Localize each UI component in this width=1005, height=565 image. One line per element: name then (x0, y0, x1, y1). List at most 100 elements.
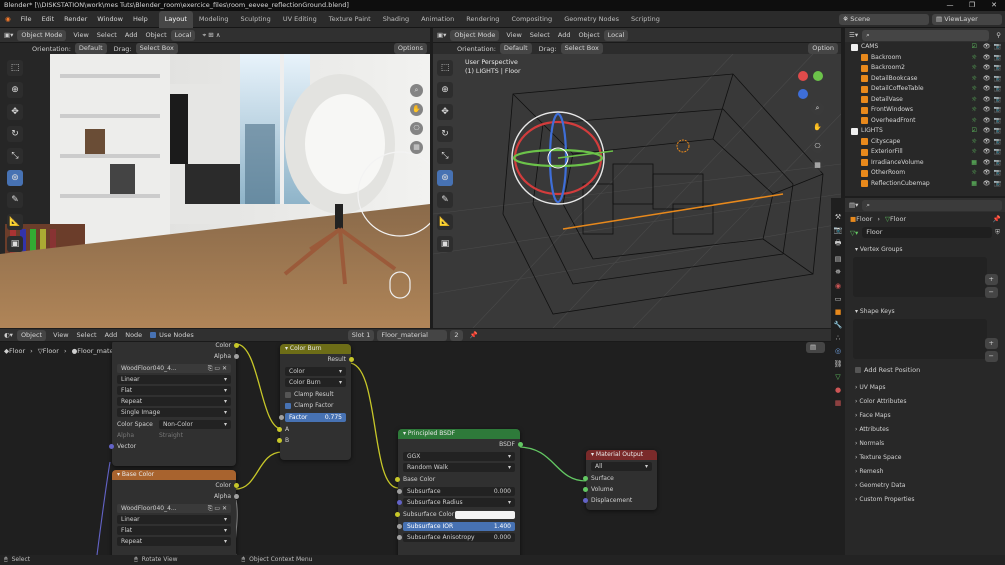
render-camera-icon[interactable]: 📷 (994, 63, 1001, 74)
bc-alpha-socket-icon[interactable] (234, 494, 239, 499)
aniso-socket-icon[interactable] (397, 535, 402, 540)
object-data-icon[interactable]: ☼ (972, 74, 977, 85)
vg-remove-icon[interactable]: − (984, 287, 998, 298)
principled-bsdf-node[interactable]: ▾ Principled BSDF BSDF GGX ▾ Random Walk ▾… (395, 429, 523, 555)
shader-type-dropdown[interactable]: Object (16, 329, 47, 341)
menu-window[interactable]: Window (92, 11, 128, 28)
view-layer-selector[interactable]: ▤ ViewLayer (932, 13, 1002, 25)
image-selector[interactable]: WoodFloor040_4... ⎘ ▭ ✕ (117, 364, 231, 373)
camera-view-icon[interactable]: ⎔ (410, 122, 423, 135)
measure-tool-icon[interactable]: 📐 (7, 214, 23, 230)
outliner-item[interactable]: DetailCoffeeTable ☼ 👁 📷 (845, 84, 1005, 95)
blend-mode-dropdown[interactable]: Color Burn ▾ (285, 378, 346, 387)
tab-rendering[interactable]: Rendering (460, 11, 505, 28)
render-camera-icon[interactable]: 📷 (994, 84, 1001, 95)
prop-section-texture-space[interactable]: › Texture Space (845, 451, 1005, 465)
move-tool-icon[interactable]: ✥ (7, 104, 23, 120)
orientation-dropdown[interactable]: Default (74, 43, 107, 54)
output-tab-icon[interactable]: 🖶 (835, 239, 842, 250)
material-output-node[interactable]: ▾ Material Output All ▾ Surface Volume Di… (583, 450, 657, 510)
outliner-item[interactable]: LIGHTS ☑ 👁 📷 (845, 126, 1005, 137)
outliner-item[interactable]: ReflectionCubemap ▦ 👁 📷 (845, 179, 1005, 190)
outliner-item[interactable]: Cityscape ☼ 👁 📷 (845, 137, 1005, 148)
bc-proj-dropdown[interactable]: Flat ▾ (117, 526, 231, 535)
options-dropdown-right[interactable]: Option (808, 43, 838, 54)
tab-modeling[interactable]: Modeling (193, 11, 235, 28)
add-cube-tool-icon-r[interactable]: ▣ (437, 236, 453, 252)
scale-tool-icon-r[interactable]: ⤡ (437, 148, 453, 164)
visibility-eye-icon[interactable]: 👁 (983, 105, 991, 116)
object-data-icon[interactable]: ▦ (971, 179, 977, 190)
left-viewport[interactable]: ⬚ ⊕ ✥ ↻ ⤡ ⊛ ✎ 📐 ▣ ⌕ ✋ ⎔ ▦ (0, 54, 430, 328)
outliner-item[interactable]: ExteriorFill ☼ 👁 📷 (845, 147, 1005, 158)
render-camera-icon[interactable]: 📷 (994, 179, 1001, 190)
render-camera-icon[interactable]: 📷 (994, 105, 1001, 116)
shape-keys-list[interactable] (853, 319, 987, 359)
render-camera-icon[interactable]: 📷 (994, 116, 1001, 127)
projection-dropdown[interactable]: Flat ▾ (117, 386, 231, 395)
outliner-item[interactable]: OtherRoom ☼ 👁 📷 (845, 168, 1005, 179)
outliner-item[interactable]: DetailBookcase ☼ 👁 📷 (845, 74, 1005, 85)
object-data-icon[interactable]: ▦ (971, 158, 977, 169)
object-data-icon[interactable]: ☼ (972, 95, 977, 106)
node-editor-canvas[interactable]: ◆ Floor › ▽ Floor › ● Floor_material Col… (0, 342, 841, 555)
options-dropdown[interactable]: Options (393, 43, 427, 54)
transform-tool-icon[interactable]: ⊛ (7, 170, 23, 186)
object-data-icon[interactable]: ☼ (972, 84, 977, 95)
menu-add-right[interactable]: Add (554, 31, 575, 39)
transform-tool-icon-r[interactable]: ⊛ (437, 170, 453, 186)
shape-keys-panel[interactable]: ▾ Shape Keys (845, 305, 1005, 319)
render-camera-icon[interactable]: 📷 (994, 74, 1001, 85)
use-nodes-checkbox[interactable]: Use Nodes (146, 331, 198, 339)
menu-view[interactable]: View (69, 31, 92, 39)
subsurface-aniso-slider[interactable]: Subsurface Anisotropy 0.000 (397, 533, 515, 542)
image-texture-node[interactable]: Color Alpha WoodFloor040_4... ⎘ ▭ ✕ Linea… (109, 342, 239, 466)
prop-section-uv-maps[interactable]: › UV Maps (845, 381, 1005, 395)
visibility-eye-icon[interactable]: 👁 (983, 53, 991, 64)
right-viewport[interactable]: User Perspective (1) LIGHTS | Floor ⬚ ⊕ … (433, 54, 841, 328)
measure-tool-icon-r[interactable]: 📐 (437, 214, 453, 230)
target-dropdown[interactable]: All ▾ (591, 462, 652, 471)
sss-method-dropdown[interactable]: Random Walk ▾ (403, 463, 515, 472)
visibility-eye-icon[interactable]: 👁 (983, 95, 991, 106)
menu-select-right[interactable]: Select (526, 31, 554, 39)
visibility-eye-icon[interactable]: 👁 (983, 63, 991, 74)
outliner-item[interactable]: DetailVase ☼ 👁 📷 (845, 95, 1005, 106)
color-socket-icon[interactable] (234, 343, 239, 348)
menu-file[interactable]: File (16, 11, 37, 28)
image-actions-icon[interactable]: ⎘ ▭ ✕ (208, 364, 227, 373)
tab-animation[interactable]: Animation (415, 11, 460, 28)
node-editor-type-icon[interactable]: ◐▾ (0, 331, 17, 339)
object-data-icon[interactable]: ☼ (972, 63, 977, 74)
outliner-search-icon[interactable]: ⌕ (862, 29, 990, 41)
annotate-tool-icon[interactable]: ✎ (7, 192, 23, 208)
tab-uv-editing[interactable]: UV Editing (277, 11, 323, 28)
annotate-tool-icon-r[interactable]: ✎ (437, 192, 453, 208)
object-data-icon[interactable]: ☼ (972, 105, 977, 116)
tab-geometry-nodes[interactable]: Geometry Nodes (558, 11, 625, 28)
data-tab-icon[interactable]: ▽ (835, 373, 840, 381)
bc-interp-dropdown[interactable]: Linear ▾ (117, 515, 231, 524)
menu-add[interactable]: Add (121, 31, 142, 39)
node-tab-icon[interactable]: ▤ (806, 342, 825, 353)
base-color-node[interactable]: ▾ Base Color Color Alpha WoodFloor040_4.… (112, 470, 239, 555)
bc-image-actions-icon[interactable]: ⎘ ▭ ✕ (208, 504, 227, 513)
mode-dropdown-right[interactable]: Object Mode (450, 29, 500, 41)
burn-type-dropdown[interactable]: Color ▾ (285, 367, 346, 376)
vertex-groups-panel[interactable]: ▾ Vertex Groups (845, 243, 1005, 257)
node-menu-node[interactable]: Node (121, 331, 146, 339)
tab-sculpting[interactable]: Sculpting (234, 11, 276, 28)
zoom-icon[interactable]: ⌕ (410, 84, 423, 97)
tool-tab-icon[interactable]: ⚒ (835, 213, 841, 221)
editor-type-icon-right[interactable]: ▣▾ (433, 31, 450, 39)
result-socket-icon[interactable] (349, 357, 354, 362)
transform-pivot-dropdown[interactable]: Local (170, 29, 196, 41)
clamp-result-checkbox[interactable]: Clamp Result (280, 389, 351, 400)
select-tool-icon[interactable]: ⬚ (7, 60, 23, 76)
color-burn-node[interactable]: ▾ Color Burn Result Color ▾ Color Burn ▾ C… (277, 344, 354, 460)
menu-object[interactable]: Object (141, 31, 170, 39)
cursor-tool-icon[interactable]: ⊕ (7, 82, 23, 98)
bsdf-socket-icon[interactable] (518, 442, 523, 447)
surface-socket-icon[interactable] (583, 476, 588, 481)
distribution-dropdown[interactable]: GGX ▾ (403, 452, 515, 461)
